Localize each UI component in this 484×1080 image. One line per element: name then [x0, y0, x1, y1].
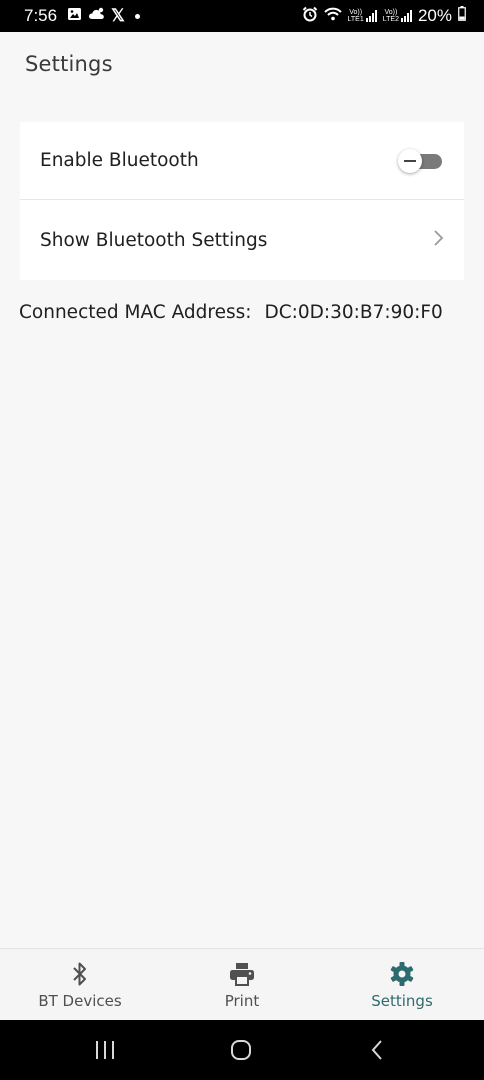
- status-time: 7:56: [24, 6, 58, 25]
- nav-label-print: Print: [224, 992, 260, 1010]
- cloud-icon: [88, 7, 105, 25]
- status-bar-right: Vo)) LTE1 Vo)) LTE2 20%: [302, 6, 466, 27]
- nav-item-bt-devices[interactable]: BT Devices: [0, 949, 160, 1021]
- enable-bluetooth-label: Enable Bluetooth: [40, 150, 199, 171]
- nav-item-settings[interactable]: Settings: [322, 949, 482, 1021]
- nav-item-print[interactable]: Print: [162, 949, 322, 1021]
- sim2-label-top: Vo)): [384, 9, 398, 16]
- toggle-off-dash-icon: [404, 159, 416, 162]
- battery-icon: [458, 6, 466, 26]
- connected-mac-line: Connected MAC Address: DC:0D:30:B7:90:F0: [19, 302, 469, 323]
- signal-sim2-icon: Vo)) LTE2: [383, 9, 412, 23]
- alarm-icon: [302, 6, 318, 27]
- mac-address-label: Connected MAC Address:: [19, 302, 252, 323]
- printer-icon: [229, 961, 255, 987]
- status-bar: 7:56 𝕏 Vo)) LTE1 Vo)) LTE2 20%: [0, 0, 484, 32]
- enable-bluetooth-toggle[interactable]: [398, 148, 444, 173]
- x-app-icon: 𝕏: [111, 6, 125, 25]
- toggle-thumb: [398, 148, 422, 173]
- bottom-navigation: BT Devices Print Settings: [0, 948, 484, 1021]
- bluetooth-icon: [72, 961, 88, 987]
- settings-card: Enable Bluetooth Show Bluetooth Settings: [20, 122, 464, 280]
- wifi-icon: [323, 7, 342, 26]
- gear-icon: [389, 961, 415, 987]
- enable-bluetooth-row[interactable]: Enable Bluetooth: [20, 122, 464, 200]
- system-navigation-bar: [0, 1020, 484, 1080]
- home-icon[interactable]: [226, 1034, 256, 1066]
- nav-label-bt-devices: BT Devices: [38, 992, 122, 1010]
- mac-address-value: DC:0D:30:B7:90:F0: [264, 302, 443, 323]
- show-bluetooth-settings-label: Show Bluetooth Settings: [40, 229, 268, 251]
- recents-icon[interactable]: [90, 1034, 120, 1066]
- battery-percent: 20%: [417, 6, 452, 25]
- image-icon: [67, 7, 82, 26]
- back-icon[interactable]: [362, 1034, 392, 1066]
- show-bluetooth-settings-row[interactable]: Show Bluetooth Settings: [20, 201, 464, 279]
- sim2-label-bottom: LTE2: [382, 16, 399, 23]
- sim1-label-bottom: LTE1: [347, 16, 364, 23]
- nav-label-settings: Settings: [371, 992, 433, 1010]
- notification-dot-icon: [134, 13, 140, 19]
- signal-sim1-icon: Vo)) LTE1: [348, 9, 377, 23]
- chevron-right-icon: [432, 229, 444, 251]
- sim1-label-top: Vo)): [349, 9, 363, 16]
- status-bar-left: 7:56 𝕏: [24, 6, 140, 26]
- page-title: Settings: [25, 52, 113, 76]
